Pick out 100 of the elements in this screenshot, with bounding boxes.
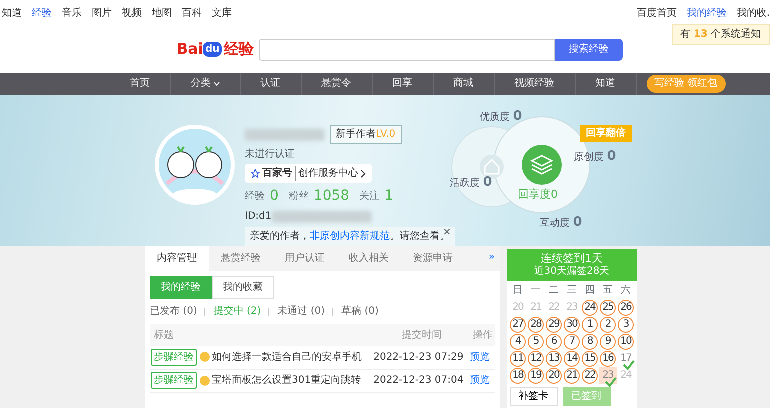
calendar-day[interactable]: 19 <box>528 368 544 384</box>
streak-title: 连续签到1天 <box>541 252 603 266</box>
calendar-day[interactable]: 6 <box>546 334 562 350</box>
center-metric: 回享度0 <box>518 187 558 203</box>
weekday-label: 三 <box>567 284 577 298</box>
calendar-day[interactable]: 24 <box>582 300 598 316</box>
article-title[interactable]: 如何选择一款适合自己的安卓手机 <box>212 350 362 365</box>
nav-link[interactable]: 分类 <box>191 73 211 95</box>
calendar-day[interactable]: 4 <box>510 334 526 350</box>
submit-time: 2022-12-23 07:29 <box>374 352 464 363</box>
calendar-button[interactable]: 补签卡 <box>510 386 558 406</box>
verification-status: 未进行认证 <box>245 148 296 162</box>
service-center-link[interactable]: 创作服务中心 <box>298 166 358 181</box>
metric-label: 原创度 0 <box>574 148 616 166</box>
user-link[interactable]: 我的收. <box>736 6 770 20</box>
chevron-right-icon[interactable] <box>361 170 366 178</box>
calendar-day[interactable]: 21 <box>564 368 580 384</box>
logo[interactable]: Bai du 经验 <box>176 38 254 61</box>
weekday-label: 五 <box>603 284 613 298</box>
calendar-day[interactable]: 28 <box>528 316 544 332</box>
calendar-day[interactable]: 1 <box>582 316 598 332</box>
search-button[interactable]: 搜索经验 <box>555 38 624 60</box>
column-header: 标题 <box>150 324 373 346</box>
calendar-day[interactable]: 12 <box>528 350 544 366</box>
calendar-day[interactable]: 25 <box>600 300 616 316</box>
notice-link[interactable]: 非原创内容新规范 <box>310 230 390 242</box>
bonus-badge: 回享翻倍 <box>580 125 632 142</box>
stat-value: 0 <box>270 186 279 206</box>
star-icon <box>251 169 260 178</box>
filter-link[interactable]: 草稿 (0) <box>342 304 379 319</box>
user-link[interactable]: 百度首页 <box>636 6 677 20</box>
more-tabs-button[interactable]: » <box>484 246 500 271</box>
calendar-day[interactable]: 17 <box>618 350 634 366</box>
user-id: ID:d1 <box>245 210 272 224</box>
article-title[interactable]: 宝塔面板怎么设置301重定向跳转 <box>212 373 362 388</box>
preview-link[interactable]: 预览 <box>470 375 490 386</box>
column-header: 提交时间 <box>372 324 469 346</box>
caret-icon[interactable] <box>214 82 220 86</box>
calendar-day[interactable]: 13 <box>546 350 562 366</box>
calendar-day[interactable]: 10 <box>618 334 634 350</box>
nav-link[interactable]: 视频经验 <box>514 73 554 95</box>
weekday-label: 四 <box>585 284 595 298</box>
metric-label: 优质度 0 <box>480 108 522 126</box>
streak-subtitle: 近30天漏签28天 <box>534 266 610 278</box>
stat-label: 经验 <box>245 190 265 204</box>
calendar-day[interactable]: 9 <box>600 334 616 350</box>
subtab[interactable]: 我的收藏 <box>212 276 274 299</box>
nav-link[interactable]: 商城 <box>454 73 474 95</box>
close-button[interactable]: × <box>443 225 452 240</box>
calendar-day[interactable]: 27 <box>510 316 526 332</box>
service-brand[interactable]: 百家号 <box>262 166 296 181</box>
calendar-day[interactable]: 30 <box>564 316 580 332</box>
filter-link[interactable]: 已发布 (0) <box>150 304 198 319</box>
calendar-day[interactable]: 29 <box>546 316 562 332</box>
site-link[interactable]: 经验 <box>32 6 52 20</box>
calendar-day[interactable]: 20 <box>546 368 562 384</box>
submit-time: 2022-12-23 07:04 <box>374 375 464 386</box>
calendar-day[interactable]: 22 <box>582 368 598 384</box>
stat-label: 粉丝 <box>288 190 309 204</box>
weekday-label: 一 <box>531 284 541 298</box>
calendar-day[interactable]: 3 <box>618 316 634 332</box>
site-link[interactable]: 音乐 <box>62 6 82 20</box>
calendar-day[interactable]: 11 <box>510 350 526 366</box>
nav-link[interactable]: 悬赏令 <box>322 73 352 95</box>
nav-link[interactable]: 首页 <box>130 73 150 95</box>
layers-icon <box>522 145 562 185</box>
tag-label: 步骤经验 <box>151 372 197 389</box>
nav-link[interactable]: 认证 <box>260 73 280 95</box>
calendar-day[interactable]: 5 <box>528 334 544 350</box>
column-header: 操作 <box>468 324 495 346</box>
site-link[interactable]: 知道 <box>2 6 22 20</box>
site-link[interactable]: 文库 <box>212 6 232 20</box>
preview-link[interactable]: 预览 <box>470 352 490 363</box>
calendar-day[interactable]: 15 <box>582 350 598 366</box>
search-field[interactable] <box>259 38 556 60</box>
calendar-day[interactable]: 8 <box>582 334 598 350</box>
filter-link[interactable]: 未通过 (0) <box>278 304 326 319</box>
stat-value: 1 <box>384 186 394 206</box>
nav-link[interactable]: 知道 <box>596 73 616 95</box>
calendar-day[interactable]: 26 <box>618 300 634 316</box>
weekday-label: 二 <box>549 284 559 298</box>
site-link[interactable]: 百科 <box>182 6 202 20</box>
site-link[interactable]: 地图 <box>152 6 172 20</box>
tag-label: 步骤经验 <box>151 348 197 366</box>
calendar-day[interactable]: 2 <box>600 316 616 332</box>
stat-label: 关注 <box>360 190 380 204</box>
site-link[interactable]: 图片 <box>92 6 112 20</box>
level-badge: 新手作者LV.0 <box>330 125 402 144</box>
weekday-label: 六 <box>621 284 631 298</box>
site-link[interactable]: 视频 <box>122 6 142 20</box>
metric-label: 活跃度 0 <box>450 174 492 192</box>
calendar-day[interactable]: 7 <box>564 334 580 350</box>
calendar-day[interactable]: 18 <box>510 368 526 384</box>
metric-label: 互动度 0 <box>540 214 582 232</box>
tab[interactable]: 内容管理 <box>145 246 209 271</box>
stat-value: 1058 <box>314 186 350 206</box>
calendar-day[interactable]: 14 <box>564 350 580 366</box>
nav-link[interactable]: 回享 <box>392 73 412 95</box>
notification-text: 有 13 个系统通知 <box>672 24 770 45</box>
user-link[interactable]: 我的经验 <box>686 6 727 20</box>
